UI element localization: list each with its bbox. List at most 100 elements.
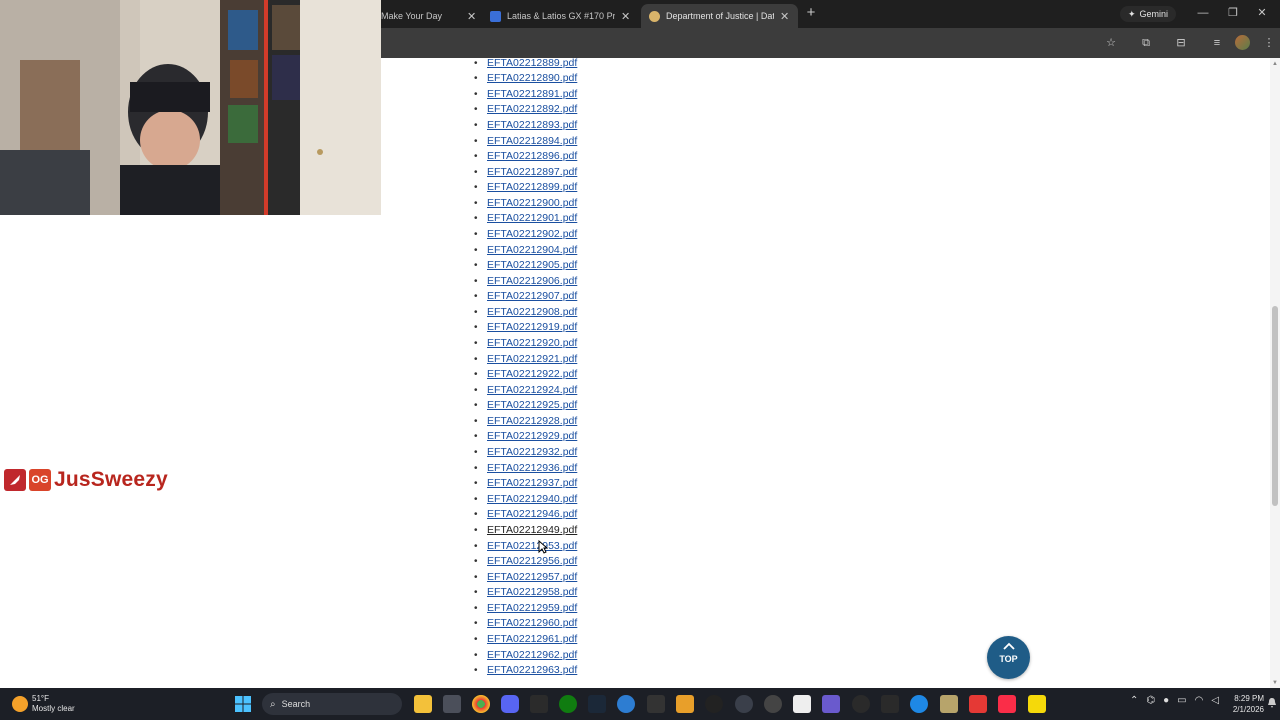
app-icon[interactable] — [793, 695, 811, 713]
xbox-icon[interactable] — [559, 695, 577, 713]
pdf-file-link[interactable]: EFTA02212899.pdf — [487, 181, 577, 193]
pdf-file-link[interactable]: EFTA02212897.pdf — [487, 166, 577, 178]
pdf-file-link[interactable]: EFTA02212960.pdf — [487, 617, 577, 629]
app-icon[interactable] — [910, 695, 928, 713]
wifi-icon[interactable]: ◠ — [1195, 695, 1204, 713]
app-icon[interactable] — [822, 695, 840, 713]
app-icon[interactable] — [1028, 695, 1046, 713]
tab-department-of-justice[interactable]: Department of Justice | Data Se ✕ — [641, 4, 798, 28]
pdf-file-link[interactable]: EFTA02212929.pdf — [487, 430, 577, 442]
back-to-top-button[interactable]: TOP — [987, 636, 1030, 679]
file-explorer-icon[interactable] — [414, 695, 432, 713]
app-icon[interactable] — [852, 695, 870, 713]
pdf-file-link[interactable]: EFTA02212956.pdf — [487, 555, 577, 567]
pdf-file-link[interactable]: EFTA02212949.pdf — [487, 524, 577, 536]
pdf-file-link[interactable]: EFTA02212925.pdf — [487, 399, 577, 411]
pdf-file-link[interactable]: EFTA02212905.pdf — [487, 259, 577, 271]
microphone-icon[interactable]: ● — [1163, 695, 1169, 713]
display-icon[interactable]: ▭ — [1177, 695, 1186, 713]
pdf-file-link[interactable]: EFTA02212958.pdf — [487, 586, 577, 598]
tab-latias-latios[interactable]: Latias & Latios GX #170 Prices ✕ — [484, 4, 636, 28]
music-icon[interactable] — [998, 695, 1016, 713]
mouse-cursor-icon — [538, 540, 548, 554]
profile-avatar[interactable] — [1235, 35, 1250, 50]
steam-icon[interactable] — [588, 695, 606, 713]
app-icon[interactable] — [530, 695, 548, 713]
notification-bell-icon[interactable] — [1268, 698, 1276, 708]
chrome-icon[interactable] — [472, 695, 490, 713]
tab-make-your-day[interactable]: Make Your Day ✕ — [381, 4, 481, 28]
store-icon[interactable] — [443, 695, 461, 713]
app-icon[interactable] — [969, 695, 987, 713]
pdf-file-link[interactable]: EFTA02212959.pdf — [487, 602, 577, 614]
chevron-up-icon[interactable]: ⌃ — [1130, 695, 1138, 713]
pdf-file-link[interactable]: EFTA02212889.pdf — [487, 58, 577, 69]
app-icon[interactable] — [881, 695, 899, 713]
scroll-down-arrow-icon[interactable]: ▼ — [1271, 679, 1279, 687]
pdf-file-link[interactable]: EFTA02212946.pdf — [487, 508, 577, 520]
gemini-button[interactable]: ✦ Gemini — [1120, 6, 1177, 22]
pdf-file-link[interactable]: EFTA02212962.pdf — [487, 649, 577, 661]
weather-widget[interactable]: 51°F Mostly clear — [12, 692, 75, 716]
minimize-window-icon[interactable]: — — [1196, 6, 1210, 20]
pdf-file-link[interactable]: EFTA02212961.pdf — [487, 633, 577, 645]
more-menu-icon[interactable]: ⋮ — [1261, 35, 1277, 51]
media-controls-icon[interactable]: ≡ — [1209, 35, 1225, 51]
taskbar-search[interactable]: ⌕ Search — [262, 693, 402, 715]
pdf-file-link[interactable]: EFTA02212892.pdf — [487, 103, 577, 115]
new-tab-button[interactable]: + — [803, 5, 819, 21]
close-tab-icon[interactable]: ✕ — [780, 10, 789, 23]
app-icon[interactable] — [676, 695, 694, 713]
pdf-file-link[interactable]: EFTA02212900.pdf — [487, 197, 577, 209]
file-list-item: EFTA02212958.pdf — [471, 585, 577, 601]
pdf-file-link[interactable]: EFTA02212891.pdf — [487, 88, 577, 100]
pdf-file-link[interactable]: EFTA02212896.pdf — [487, 150, 577, 162]
edge-icon[interactable] — [617, 695, 635, 713]
pdf-file-link[interactable]: EFTA02212907.pdf — [487, 290, 577, 302]
discord-icon[interactable] — [501, 695, 519, 713]
clock-date: 2/1/2026 — [1232, 705, 1264, 714]
scrollbar-thumb[interactable] — [1272, 306, 1278, 506]
pdf-file-link[interactable]: EFTA02212904.pdf — [487, 244, 577, 256]
obs-icon[interactable] — [705, 695, 723, 713]
pdf-file-link[interactable]: EFTA02212908.pdf — [487, 306, 577, 318]
scroll-up-arrow-icon[interactable]: ▲ — [1271, 60, 1279, 68]
game-launcher-icon[interactable] — [647, 695, 665, 713]
pdf-file-link[interactable]: EFTA02212936.pdf — [487, 462, 577, 474]
file-list-item: EFTA02212902.pdf — [471, 227, 577, 243]
pdf-file-link[interactable]: EFTA02212901.pdf — [487, 212, 577, 224]
close-window-icon[interactable]: ✕ — [1255, 6, 1269, 20]
start-menu-icon[interactable] — [234, 695, 252, 713]
weather-condition: Mostly clear — [32, 704, 75, 713]
pdf-file-link[interactable]: EFTA02212963.pdf — [487, 664, 577, 676]
pdf-file-link[interactable]: EFTA02212937.pdf — [487, 477, 577, 489]
app-icon[interactable] — [764, 695, 782, 713]
pdf-file-link[interactable]: EFTA02212928.pdf — [487, 415, 577, 427]
pdf-file-link[interactable]: EFTA02212957.pdf — [487, 571, 577, 583]
pdf-file-link[interactable]: EFTA02212894.pdf — [487, 135, 577, 147]
windows-taskbar: 51°F Mostly clear ⌕ Search ⌃ ⌬ ● ▭ ◠ ◁ 8… — [0, 688, 1280, 720]
pdf-file-link[interactable]: EFTA02212924.pdf — [487, 384, 577, 396]
pdf-file-link[interactable]: EFTA02212953.pdf — [487, 540, 577, 552]
split-view-icon[interactable]: ⊟ — [1173, 35, 1189, 51]
bookmark-star-icon[interactable]: ☆ — [1103, 35, 1119, 51]
pdf-file-link[interactable]: EFTA02212940.pdf — [487, 493, 577, 505]
pdf-file-link[interactable]: EFTA02212920.pdf — [487, 337, 577, 349]
pdf-file-link[interactable]: EFTA02212922.pdf — [487, 368, 577, 380]
maximize-window-icon[interactable]: ❐ — [1226, 6, 1240, 20]
network-icon[interactable]: ⌬ — [1146, 695, 1155, 713]
pdf-file-link[interactable]: EFTA02212890.pdf — [487, 72, 577, 84]
close-tab-icon[interactable]: ✕ — [467, 10, 476, 23]
pdf-file-link[interactable]: EFTA02212902.pdf — [487, 228, 577, 240]
settings-gear-icon[interactable] — [735, 695, 753, 713]
system-clock[interactable]: 8:29 PM 2/1/2026 — [1218, 693, 1264, 715]
file-list-item: EFTA02212904.pdf — [471, 243, 577, 259]
pdf-file-link[interactable]: EFTA02212932.pdf — [487, 446, 577, 458]
pdf-file-link[interactable]: EFTA02212906.pdf — [487, 275, 577, 287]
pdf-file-link[interactable]: EFTA02212919.pdf — [487, 321, 577, 333]
app-icon[interactable] — [940, 695, 958, 713]
extensions-icon[interactable]: ⧉ — [1138, 35, 1154, 51]
pdf-file-link[interactable]: EFTA02212893.pdf — [487, 119, 577, 131]
close-tab-icon[interactable]: ✕ — [621, 10, 630, 23]
pdf-file-link[interactable]: EFTA02212921.pdf — [487, 353, 577, 365]
